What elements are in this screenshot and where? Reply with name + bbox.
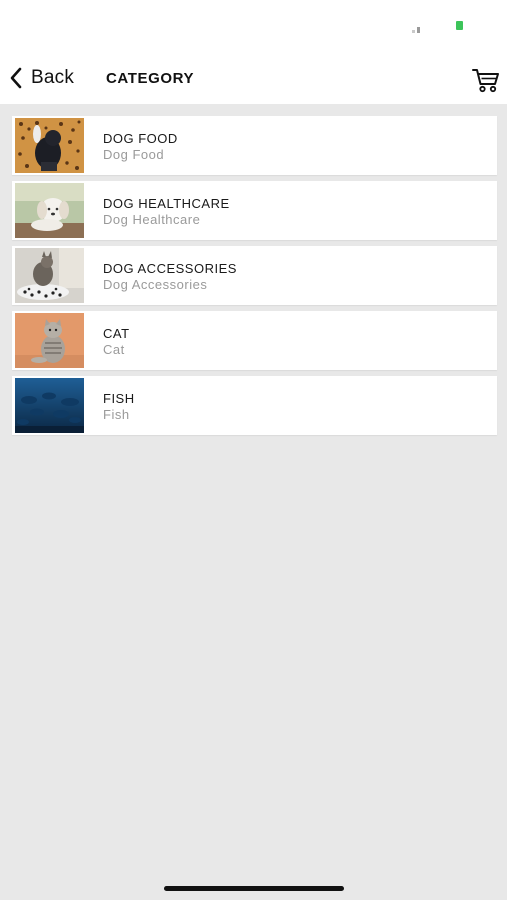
category-title: DOG ACCESSORIES: [103, 261, 237, 276]
page-title: CATEGORY: [106, 70, 195, 87]
navigation-bar: Back CATEGORY: [0, 52, 507, 104]
category-title: DOG HEALTHCARE: [103, 196, 230, 211]
category-subtitle: Dog Healthcare: [103, 212, 201, 227]
home-indicator: [164, 886, 344, 891]
cart-icon: [472, 69, 499, 93]
category-item-cat[interactable]: CAT Cat: [12, 311, 497, 370]
category-item-dog-healthcare[interactable]: DOG HEALTHCARE Dog Healthcare: [12, 181, 497, 240]
cat-image: [15, 313, 84, 368]
status-bar: [0, 0, 507, 52]
category-subtitle: Dog Accessories: [103, 277, 208, 292]
battery-icon: [456, 21, 463, 30]
dog-healthcare-image: [15, 183, 84, 238]
category-subtitle: Cat: [103, 342, 125, 357]
dog-accessories-image: [15, 248, 84, 303]
category-list: DOG FOOD Dog Food DOG HEALTHCARE Dog Hea…: [12, 116, 497, 441]
dog-food-image: [15, 118, 84, 173]
chevron-left-icon: [10, 67, 22, 89]
fish-image: [15, 378, 84, 433]
category-item-dog-food[interactable]: DOG FOOD Dog Food: [12, 116, 497, 175]
back-button[interactable]: Back: [9, 64, 74, 92]
category-title: CAT: [103, 326, 130, 341]
category-item-fish[interactable]: FISH Fish: [12, 376, 497, 435]
back-label: Back: [31, 67, 75, 88]
category-item-dog-accessories[interactable]: DOG ACCESSORIES Dog Accessories: [12, 246, 497, 305]
signal-icon: [412, 25, 424, 33]
category-title: FISH: [103, 391, 135, 406]
category-subtitle: Fish: [103, 407, 130, 422]
cart-button[interactable]: [471, 66, 501, 94]
category-subtitle: Dog Food: [103, 147, 165, 162]
category-title: DOG FOOD: [103, 131, 178, 146]
